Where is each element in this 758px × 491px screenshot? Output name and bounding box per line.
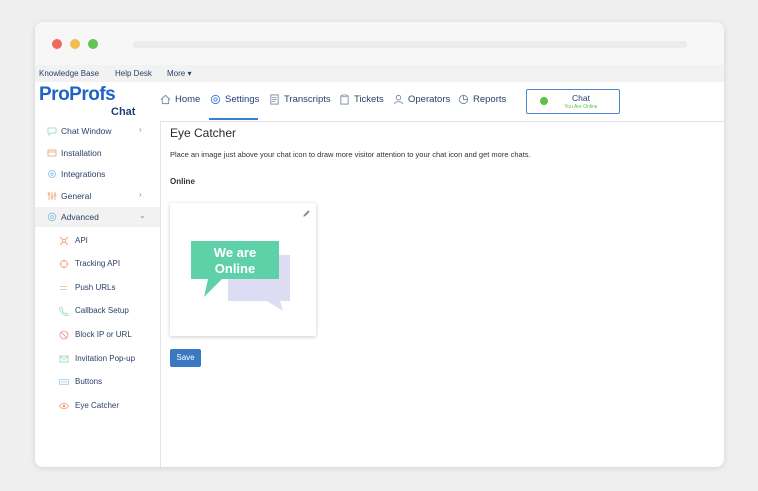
save-button[interactable]: Save xyxy=(170,349,201,367)
app-header: ProProfs Chat Home Settings Transcripts … xyxy=(35,82,724,122)
help-desk-link[interactable]: Help Desk xyxy=(115,69,152,78)
sidebar-item-label: General xyxy=(61,191,92,201)
minimize-window-button[interactable] xyxy=(70,39,80,49)
close-window-button[interactable] xyxy=(52,39,62,49)
settings-sidebar: Chat Window › Installation Integrations … xyxy=(35,121,161,467)
browser-window: Knowledge Base Help Desk More ▾ ProProfs… xyxy=(35,22,724,467)
sidebar-subitem-buttons[interactable]: Buttons xyxy=(35,372,160,392)
buttons-icon xyxy=(59,379,69,385)
sidebar-subitem-api[interactable]: API xyxy=(35,231,160,251)
nav-reports-label: Reports xyxy=(473,94,507,105)
sidebar-subitem-push-urls[interactable]: Push URLs xyxy=(35,278,160,298)
general-icon xyxy=(47,192,57,200)
eye-catcher-preview[interactable]: We are Online xyxy=(170,203,316,336)
nav-transcripts-label: Transcripts xyxy=(284,94,331,105)
chevron-right-icon: › xyxy=(139,125,142,134)
sidebar-subitem-label: Block IP or URL xyxy=(75,330,132,339)
chat-bubble-icon xyxy=(47,127,57,136)
operators-icon xyxy=(393,94,404,105)
sidebar-item-label: Advanced xyxy=(61,212,99,222)
home-icon xyxy=(160,94,171,105)
push-urls-icon xyxy=(60,286,67,290)
nav-operators[interactable]: Operators xyxy=(393,94,450,105)
sidebar-item-label: Integrations xyxy=(61,169,106,179)
sidebar-subitem-label: Callback Setup xyxy=(75,306,129,315)
sidebar-subitem-label: Push URLs xyxy=(75,283,116,292)
bubble-text-line1: We are xyxy=(214,245,256,260)
proprofs-chat-logo[interactable]: ProProfs Chat xyxy=(39,84,139,118)
phone-icon xyxy=(59,306,69,316)
sidebar-item-general[interactable]: General › xyxy=(35,186,160,206)
sidebar-item-chat-window[interactable]: Chat Window › xyxy=(35,121,160,141)
block-icon xyxy=(59,330,69,340)
online-bubble-image: We are Online xyxy=(191,241,290,311)
installation-icon xyxy=(47,149,57,157)
nav-operators-label: Operators xyxy=(408,94,451,105)
nav-reports[interactable]: Reports xyxy=(458,94,506,105)
chevron-right-icon: › xyxy=(139,190,142,199)
nav-home-label: Home xyxy=(175,94,201,105)
sidebar-subitem-label: Eye Catcher xyxy=(75,401,120,410)
address-bar[interactable] xyxy=(133,41,687,48)
sidebar-item-advanced[interactable]: Advanced ⌄ xyxy=(35,207,160,227)
sidebar-subitem-label: API xyxy=(75,236,88,245)
settings-icon xyxy=(210,94,221,105)
envelope-icon xyxy=(59,355,69,363)
sidebar-subitem-callback-setup[interactable]: Callback Setup xyxy=(35,301,160,321)
logo-subtext: Chat xyxy=(111,106,136,118)
nav-tickets[interactable]: Tickets xyxy=(339,94,384,105)
knowledge-base-link[interactable]: Knowledge Base xyxy=(39,69,99,78)
nav-home[interactable]: Home xyxy=(160,94,200,105)
eye-icon xyxy=(59,402,69,410)
api-icon xyxy=(59,236,69,246)
sidebar-subitem-invitation-popup[interactable]: Invitation Pop-up xyxy=(35,349,160,369)
sidebar-item-label: Installation xyxy=(61,148,102,158)
top-menu: Knowledge Base Help Desk More ▾ xyxy=(35,65,724,82)
more-menu[interactable]: More ▾ xyxy=(167,69,191,78)
tracking-icon xyxy=(59,259,69,269)
status-title: Chat xyxy=(572,93,590,103)
page-description: Place an image just above your chat icon… xyxy=(170,150,531,159)
active-tab-indicator xyxy=(209,118,258,120)
transcripts-icon xyxy=(270,94,279,105)
integrations-icon xyxy=(48,170,56,178)
sidebar-subitem-label: Buttons xyxy=(75,377,103,386)
sidebar-subitem-label: Tracking API xyxy=(75,259,121,268)
sidebar-subitem-label: Invitation Pop-up xyxy=(75,354,136,363)
nav-transcripts[interactable]: Transcripts xyxy=(269,94,331,105)
status-subtitle: You Are Online xyxy=(564,104,598,110)
reports-icon xyxy=(458,94,469,105)
sidebar-item-installation[interactable]: Installation xyxy=(35,143,160,163)
sidebar-subitem-tracking-api[interactable]: Tracking API xyxy=(35,254,160,274)
sidebar-subitem-eye-catcher[interactable]: Eye Catcher xyxy=(35,396,160,416)
bubble-text-line2: Online xyxy=(215,261,255,276)
online-section-label: Online xyxy=(170,177,195,186)
advanced-settings-icon xyxy=(47,212,57,222)
sidebar-subitem-block-ip[interactable]: Block IP or URL xyxy=(35,325,160,345)
sidebar-item-label: Chat Window xyxy=(61,126,112,136)
nav-tickets-label: Tickets xyxy=(354,94,384,105)
sidebar-item-integrations[interactable]: Integrations xyxy=(35,164,160,184)
page-title: Eye Catcher xyxy=(170,126,237,140)
nav-settings-label: Settings xyxy=(225,94,260,105)
logo-text: ProProfs xyxy=(39,84,116,105)
window-titlebar xyxy=(35,22,724,65)
chat-status-toggle[interactable]: Chat You Are Online xyxy=(526,89,620,114)
nav-settings[interactable]: Settings xyxy=(210,94,259,105)
main-content: Eye Catcher Place an image just above yo… xyxy=(170,121,720,467)
chevron-down-icon: ⌄ xyxy=(139,211,146,220)
maximize-window-button[interactable] xyxy=(88,39,98,49)
tickets-icon xyxy=(340,94,349,105)
